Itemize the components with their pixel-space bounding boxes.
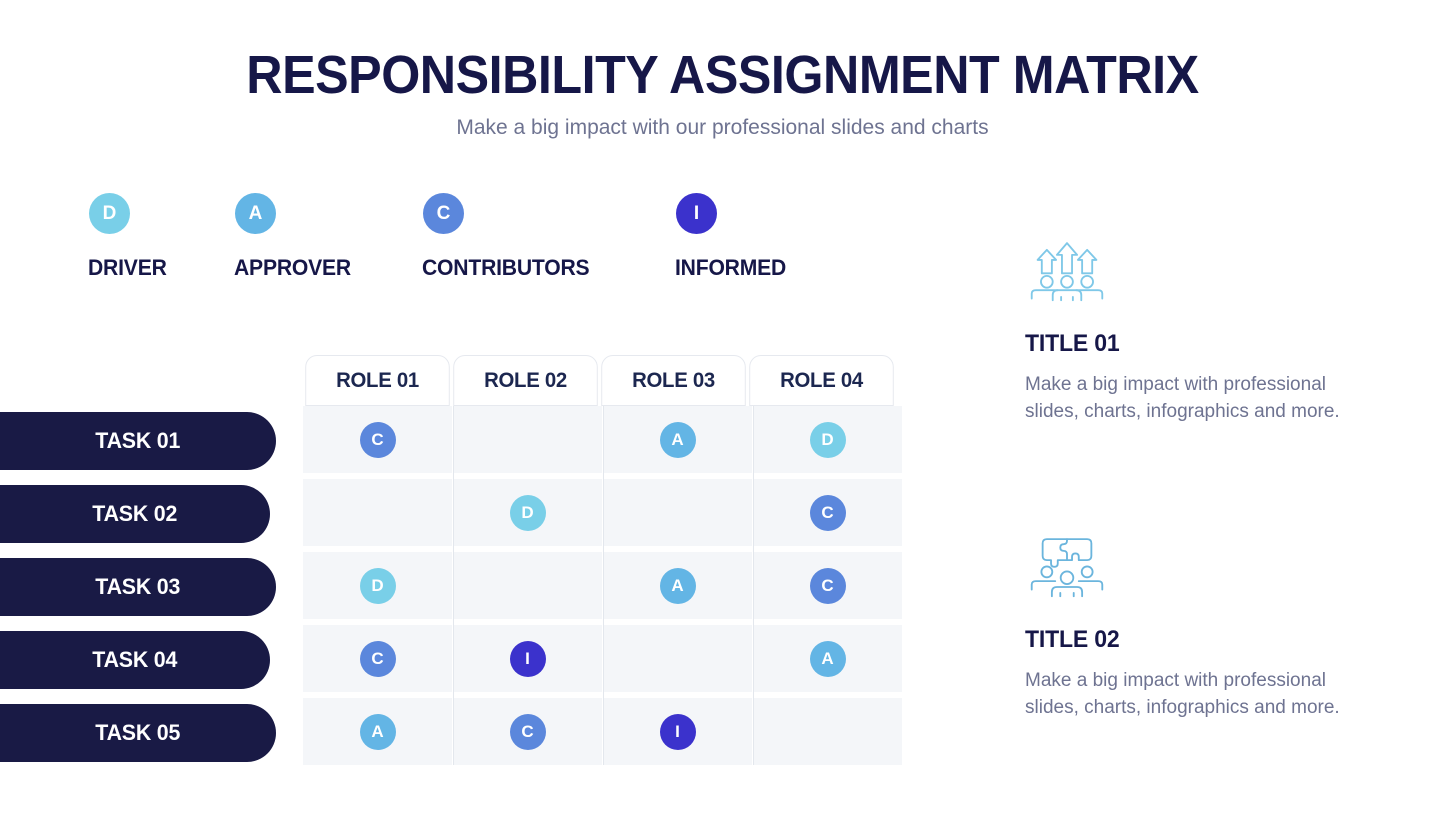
- role-badge: I: [509, 640, 546, 677]
- role-badge: A: [809, 640, 846, 677]
- role-badge: C: [359, 640, 396, 677]
- task-pill-03[interactable]: TASK 03: [0, 558, 276, 616]
- legend-badge-approver: A: [235, 193, 276, 234]
- cell-task02-role02[interactable]: D: [453, 479, 602, 546]
- cell-task03-role02[interactable]: [453, 552, 602, 619]
- feature-title-1: TITLE 01: [1025, 330, 1120, 357]
- column-header-role-01[interactable]: ROLE 01: [305, 355, 450, 406]
- cell-task01-role02[interactable]: [453, 406, 602, 473]
- legend-item-approver: A APPROVER: [234, 193, 422, 281]
- task-pill-label: TASK 02: [92, 501, 178, 526]
- cell-task02-role04[interactable]: C: [753, 479, 902, 546]
- role-badge: C: [509, 713, 546, 750]
- table-row: C I A: [303, 625, 903, 692]
- cell-task03-role01[interactable]: D: [303, 552, 452, 619]
- table-row: D C: [303, 479, 903, 546]
- cell-task04-role01[interactable]: C: [303, 625, 452, 692]
- role-badge: C: [359, 421, 396, 458]
- task-pill-label: TASK 01: [95, 428, 181, 453]
- role-badge: A: [659, 421, 696, 458]
- table-row: D A C: [303, 552, 903, 619]
- legend: D DRIVER A APPROVER C CONTRIBUTORS I INF…: [88, 193, 791, 281]
- cell-task05-role04[interactable]: [753, 698, 902, 765]
- role-badge: A: [359, 713, 396, 750]
- cell-task01-role04[interactable]: D: [753, 406, 902, 473]
- role-badge: D: [809, 421, 846, 458]
- legend-badge-driver: D: [89, 193, 130, 234]
- cell-task01-role01[interactable]: C: [303, 406, 452, 473]
- cell-task04-role03[interactable]: [603, 625, 752, 692]
- column-header-role-03[interactable]: ROLE 03: [601, 355, 746, 406]
- feature-description-2: Make a big impact with professional slid…: [1025, 670, 1340, 718]
- feature-block-2: TITLE 02 Make a big impact with professi…: [1025, 528, 1375, 721]
- legend-label-approver: APPROVER: [234, 255, 351, 280]
- legend-item-contributors: C CONTRIBUTORS: [422, 193, 675, 281]
- role-badge: A: [659, 567, 696, 604]
- responsibility-matrix: ROLE 01 ROLE 02 ROLE 03 ROLE 04 C A D D …: [303, 355, 903, 765]
- role-badge: C: [809, 567, 846, 604]
- team-growth-arrows-icon: [1030, 242, 1104, 302]
- matrix-header-row: ROLE 01 ROLE 02 ROLE 03 ROLE 04: [303, 355, 903, 406]
- cell-task05-role03[interactable]: I: [603, 698, 752, 765]
- table-row: A C I: [303, 698, 903, 765]
- cell-task04-role02[interactable]: I: [453, 625, 602, 692]
- legend-label-informed: INFORMED: [675, 255, 787, 280]
- role-badge: D: [359, 567, 396, 604]
- cell-task05-role02[interactable]: C: [453, 698, 602, 765]
- task-pill-01[interactable]: TASK 01: [0, 412, 276, 470]
- task-pill-label: TASK 04: [92, 647, 178, 672]
- cell-task04-role04[interactable]: A: [753, 625, 902, 692]
- legend-item-informed: I INFORMED: [675, 193, 791, 281]
- cell-task01-role03[interactable]: A: [603, 406, 752, 473]
- legend-badge-contributors: C: [423, 193, 464, 234]
- cell-task03-role03[interactable]: A: [603, 552, 752, 619]
- task-pill-label: TASK 05: [95, 720, 181, 745]
- task-pill-label: TASK 03: [95, 574, 181, 599]
- page-title: RESPONSIBILITY ASSIGNMENT MATRIX: [246, 45, 1199, 105]
- legend-item-driver: D DRIVER: [88, 193, 234, 281]
- role-badge: D: [509, 494, 546, 531]
- legend-label-driver: DRIVER: [88, 255, 167, 280]
- team-puzzle-collaboration-icon: [1030, 538, 1104, 598]
- feature-block-1: TITLE 01 Make a big impact with professi…: [1025, 232, 1375, 425]
- task-pill-02[interactable]: TASK 02: [0, 485, 270, 543]
- legend-badge-informed: I: [676, 193, 717, 234]
- legend-label-contributors: CONTRIBUTORS: [422, 255, 590, 280]
- feature-title-2: TITLE 02: [1025, 626, 1120, 653]
- role-badge: C: [809, 494, 846, 531]
- role-badge: I: [659, 713, 696, 750]
- table-row: C A D: [303, 406, 903, 473]
- task-pill-04[interactable]: TASK 04: [0, 631, 270, 689]
- cell-task02-role01[interactable]: [303, 479, 452, 546]
- feature-description-1: Make a big impact with professional slid…: [1025, 374, 1340, 422]
- column-header-role-04[interactable]: ROLE 04: [749, 355, 894, 406]
- matrix-body: C A D D C D A C C I A A C I: [303, 406, 903, 765]
- page-subtitle: Make a big impact with our professional …: [456, 116, 989, 139]
- cell-task05-role01[interactable]: A: [303, 698, 452, 765]
- column-header-role-02[interactable]: ROLE 02: [453, 355, 598, 406]
- task-pill-05[interactable]: TASK 05: [0, 704, 276, 762]
- cell-task02-role03[interactable]: [603, 479, 752, 546]
- cell-task03-role04[interactable]: C: [753, 552, 902, 619]
